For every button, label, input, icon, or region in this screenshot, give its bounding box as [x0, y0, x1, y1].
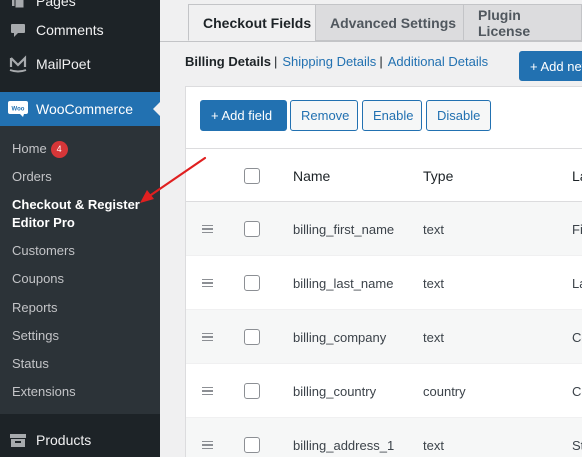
table-row[interactable]: billing_last_name text La — [186, 256, 582, 310]
drag-handle-icon[interactable] — [202, 310, 216, 364]
disable-button[interactable]: Disable — [426, 100, 491, 131]
field-label: Co — [572, 383, 582, 399]
field-type: text — [423, 329, 444, 345]
field-name: billing_address_1 — [293, 437, 395, 453]
field-label: Co — [572, 329, 582, 345]
field-type: text — [423, 221, 444, 237]
table-row[interactable]: billing_address_1 text St — [186, 418, 582, 457]
mailpoet-icon — [0, 55, 36, 73]
comments-icon — [0, 22, 36, 38]
fields-panel: + Add field Remove Enable Disable Name T… — [185, 86, 582, 457]
table-row[interactable]: billing_first_name text Fi — [186, 202, 582, 256]
menu-item-products[interactable]: Products — [0, 423, 160, 457]
drag-handle-icon[interactable] — [202, 364, 216, 418]
field-label: Fi — [572, 221, 582, 237]
submenu-item-orders[interactable]: Orders — [12, 168, 52, 186]
row-checkbox[interactable] — [244, 437, 260, 453]
row-checkbox[interactable] — [244, 329, 260, 345]
menu-label-woocommerce: WooCommerce — [36, 101, 133, 117]
menu-label-mailpoet: MailPoet — [36, 56, 91, 72]
submenu-item-home[interactable]: Home 4 — [12, 140, 68, 158]
subnav-additional-details[interactable]: Additional Details — [388, 54, 488, 69]
field-name: billing_company — [293, 329, 387, 345]
submenu-item-extensions[interactable]: Extensions — [12, 383, 76, 401]
subnav-separator: | — [273, 54, 278, 69]
submenu-item-customers[interactable]: Customers — [12, 242, 75, 260]
row-checkbox[interactable] — [244, 275, 260, 291]
column-header-name[interactable]: Name — [293, 149, 330, 203]
add-field-button[interactable]: + Add field — [200, 100, 287, 131]
field-label: La — [572, 275, 582, 291]
tab-plugin-license[interactable]: Plugin License — [463, 4, 582, 41]
select-all-checkbox[interactable] — [244, 168, 260, 184]
menu-label-pages: Pages — [36, 0, 76, 9]
enable-button[interactable]: Enable — [362, 100, 422, 131]
drag-handle-icon[interactable] — [202, 256, 216, 310]
add-new-button[interactable]: + Add new — [519, 51, 582, 81]
submenu-item-checkout-register-editor[interactable]: Checkout & Register Editor Pro — [12, 196, 152, 232]
submenu-item-status[interactable]: Status — [12, 355, 49, 373]
table-row[interactable]: billing_country country Co — [186, 364, 582, 418]
menu-item-woocommerce[interactable]: Woo WooCommerce — [0, 92, 161, 126]
field-type: text — [423, 275, 444, 291]
submenu-item-reports[interactable]: Reports — [12, 299, 58, 317]
remove-button[interactable]: Remove — [290, 100, 358, 131]
subnav-shipping-details[interactable]: Shipping Details — [282, 54, 376, 69]
subnav-separator: | — [379, 54, 383, 69]
menu-label-comments: Comments — [36, 22, 104, 38]
field-name: billing_first_name — [293, 221, 395, 237]
select-all-cell — [244, 149, 260, 203]
submenu-label-home: Home — [12, 141, 47, 156]
submenu-item-settings[interactable]: Settings — [12, 327, 59, 345]
row-checkbox[interactable] — [244, 383, 260, 399]
subnav-billing-details[interactable]: Billing Details — [185, 54, 271, 69]
admin-sidebar: Pages Comments MailPoet Woo WooCommerce … — [0, 0, 161, 457]
menu-label-products: Products — [36, 432, 92, 448]
field-label: St — [572, 437, 582, 453]
tabs-divider — [160, 41, 582, 42]
field-type: country — [423, 383, 466, 399]
field-name: billing_last_name — [293, 275, 394, 291]
field-name: billing_country — [293, 383, 377, 399]
drag-handle-icon[interactable] — [202, 202, 216, 256]
tab-checkout-fields[interactable]: Checkout Fields — [188, 4, 327, 41]
woocommerce-icon: Woo — [0, 101, 36, 117]
svg-text:Woo: Woo — [12, 107, 25, 113]
submenu-item-coupons[interactable]: Coupons — [12, 270, 64, 288]
woocommerce-submenu: Home 4 Orders Checkout & Register Editor … — [0, 126, 160, 414]
tab-advanced-settings[interactable]: Advanced Settings — [315, 4, 472, 41]
column-header-type[interactable]: Type — [423, 149, 453, 203]
products-icon — [0, 432, 36, 448]
column-header-label[interactable]: La — [572, 149, 582, 203]
pages-icon — [0, 0, 36, 9]
table-row[interactable]: billing_company text Co — [186, 310, 582, 364]
section-subnav: Billing Details | Shipping Details | Add… — [185, 54, 488, 69]
field-type: text — [423, 437, 444, 453]
notification-badge: 4 — [50, 141, 68, 158]
menu-item-comments[interactable]: Comments — [0, 13, 160, 47]
menu-item-mailpoet[interactable]: MailPoet — [0, 47, 160, 81]
drag-handle-icon[interactable] — [202, 418, 216, 457]
main-content: Checkout Fields Advanced Settings Plugin… — [160, 0, 582, 457]
table-header: Name Type La — [186, 148, 582, 202]
row-checkbox[interactable] — [244, 221, 260, 237]
